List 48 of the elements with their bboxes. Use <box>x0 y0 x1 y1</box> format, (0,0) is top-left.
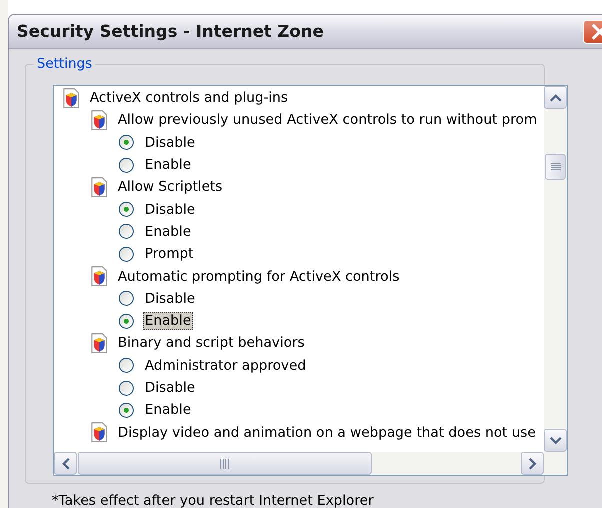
option-label[interactable]: Enable <box>143 156 194 174</box>
option-label[interactable]: Disable <box>143 134 198 152</box>
option-label[interactable]: Administrator approved <box>143 356 308 375</box>
shield-icon <box>91 176 108 198</box>
radio-button[interactable] <box>119 291 134 306</box>
radio-button[interactable] <box>119 402 134 418</box>
setting-label: Binary and script behaviors <box>118 335 305 352</box>
grip-icon <box>220 458 230 468</box>
shield-icon <box>91 110 108 131</box>
shield-icon <box>91 332 108 354</box>
radio-button[interactable] <box>119 224 134 240</box>
option-label[interactable]: Disable <box>143 290 198 308</box>
setting-label: Display video and animation on a webpage that does not use <box>118 424 536 441</box>
horizontal-scrollbar[interactable] <box>54 452 544 475</box>
setting-label: Automatic prompting for ActiveX controls <box>118 268 400 285</box>
shield-icon <box>91 266 108 288</box>
radio-button[interactable] <box>119 314 134 329</box>
option-label[interactable]: Enable <box>143 222 194 241</box>
radio-button[interactable] <box>119 246 134 262</box>
option-label[interactable]: Prompt <box>143 245 196 264</box>
scroll-right-button[interactable] <box>521 452 544 475</box>
restart-note: *Takes effect after you restart Internet Explorer <box>52 493 375 508</box>
grip-icon <box>550 163 560 171</box>
option-label[interactable]: Enable <box>143 312 194 330</box>
scroll-up-button[interactable] <box>544 86 567 109</box>
window-title: Security Settings - Internet Zone <box>17 22 324 41</box>
scroll-left-button[interactable] <box>54 452 77 475</box>
option-label[interactable]: Disable <box>143 379 198 397</box>
chevron-up-icon <box>550 94 562 102</box>
radio-button[interactable] <box>119 158 134 173</box>
vertical-scrollbar[interactable] <box>544 86 567 452</box>
radio-button[interactable] <box>119 358 134 374</box>
setting-label: Allow Scriptlets <box>118 179 223 196</box>
group-label: Settings <box>34 56 96 72</box>
scroll-thumb[interactable] <box>545 154 566 180</box>
chevron-right-icon <box>528 458 536 470</box>
radio-button[interactable] <box>119 135 134 150</box>
option-label[interactable]: Enable <box>143 401 194 420</box>
category-label: ActiveX controls and plug-ins <box>90 90 288 106</box>
option-label[interactable]: Disable <box>143 200 198 219</box>
radio-button[interactable] <box>119 202 134 218</box>
chevron-left-icon <box>62 458 70 470</box>
setting-label: Allow previously unused ActiveX controls to run without prom <box>118 112 538 128</box>
scroll-thumb[interactable] <box>78 452 372 475</box>
shield-icon <box>91 422 108 444</box>
radio-button[interactable] <box>119 380 134 396</box>
scroll-down-button[interactable] <box>544 429 567 452</box>
chevron-down-icon <box>550 436 562 444</box>
